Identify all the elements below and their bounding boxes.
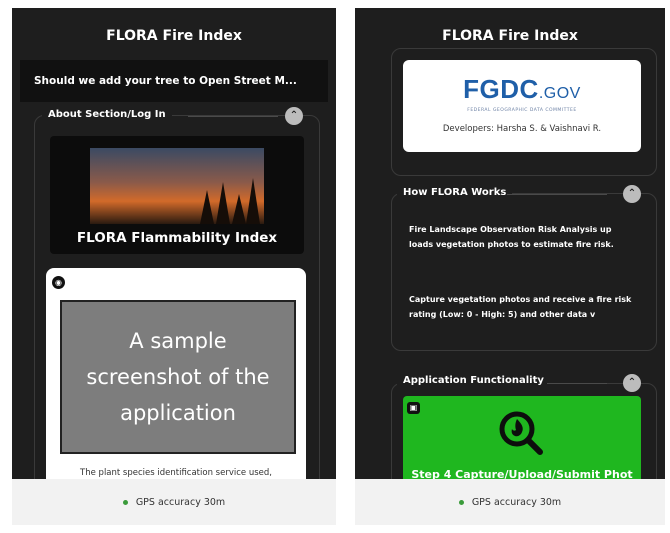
section-divider: [188, 116, 278, 117]
how-paragraph-2: Capture vegetation photos and receive a …: [409, 295, 632, 319]
notification-banner[interactable]: Should we add your tree to Open Street M…: [20, 60, 328, 102]
developers-credit: Developers: Harsha S. & Vaishnavi R.: [442, 124, 602, 134]
how-paragraph-1: Fire Landscape Observation Risk Analysis…: [409, 225, 614, 249]
eye-icon: ◉: [52, 276, 65, 289]
chevron-up-icon[interactable]: ⌃: [623, 185, 641, 203]
flammability-banner: FLORA Flammability Index: [50, 136, 304, 254]
fgdc-tagline: FEDERAL GEOGRAPHIC DATA COMMITTEE: [467, 108, 577, 113]
capture-upload-card[interactable]: ▣ Step 4 Capture/Upload/Submit Phot: [403, 396, 641, 490]
banner-caption: FLORA Flammability Index: [76, 230, 278, 246]
gps-status-dot: [122, 499, 128, 505]
app-title: FLORA Fire Index: [442, 28, 578, 44]
about-section-title: About Section/Log In: [42, 109, 172, 120]
left-phone-screen: FLORA Fire Index Should we add your tree…: [12, 8, 336, 525]
functionality-section-title: Application Functionality: [397, 375, 550, 386]
section-divider: [507, 194, 607, 195]
chevron-up-icon[interactable]: ⌃: [285, 107, 303, 125]
gps-status-bar: GPS accuracy 30m: [12, 479, 336, 525]
chevron-up-icon[interactable]: ⌃: [623, 374, 641, 392]
fgdc-logo: FGDC.GOV: [463, 74, 581, 104]
sample-screenshot-card: ◉ A sample screenshot of the application…: [46, 268, 306, 498]
how-flora-works-section: [391, 193, 657, 351]
app-title: FLORA Fire Index: [106, 28, 242, 44]
forest-fire-image: [90, 148, 264, 224]
fgdc-card: FGDC.GOV FEDERAL GEOGRAPHIC DATA COMMITT…: [403, 60, 641, 152]
how-section-title: How FLORA Works: [397, 187, 513, 198]
camera-icon: ▣: [407, 402, 420, 414]
right-phone-screen: FLORA Fire Index FGDC.GOV FEDERAL GEOGRA…: [355, 8, 665, 525]
gps-status-bar: GPS accuracy 30m: [355, 479, 665, 525]
search-flame-icon: [499, 411, 543, 455]
gps-accuracy-text: GPS accuracy 30m: [135, 496, 226, 508]
gps-status-dot: [458, 499, 464, 505]
service-description: The plant species identification service…: [80, 468, 272, 478]
gps-accuracy-text: GPS accuracy 30m: [471, 496, 562, 508]
section-divider: [547, 383, 607, 384]
sample-screenshot-placeholder: A sample screenshot of the application: [60, 300, 296, 454]
